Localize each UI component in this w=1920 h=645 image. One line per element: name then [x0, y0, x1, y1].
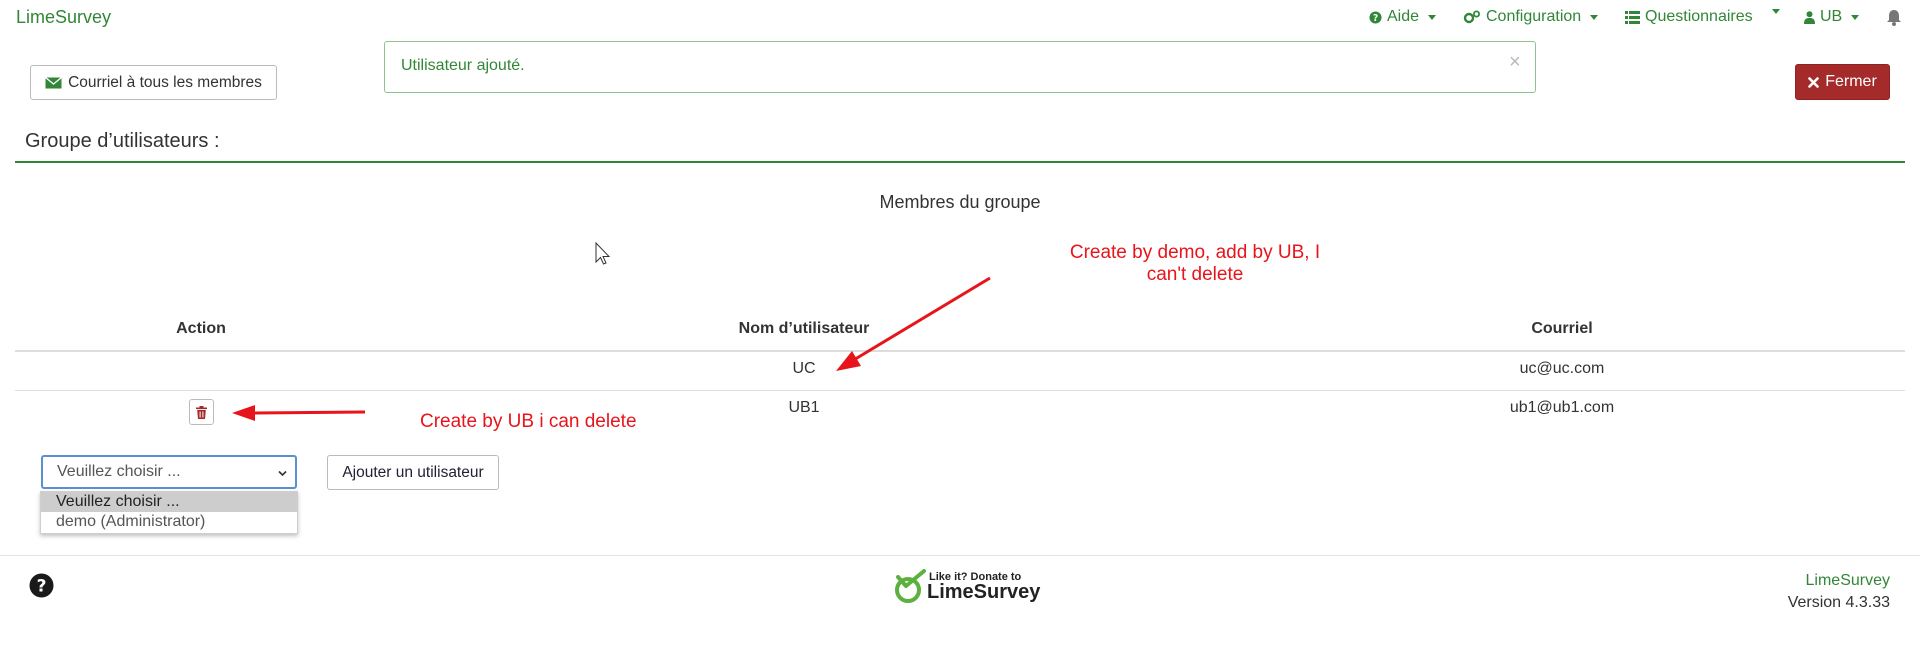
close-button-label: Fermer	[1825, 73, 1877, 90]
caret-down-icon	[1590, 14, 1599, 20]
email-all-members-button[interactable]: Courriel à tous les membres	[30, 65, 277, 100]
nav-user-label: UB	[1820, 8, 1843, 25]
limesurvey-lime-icon	[895, 569, 926, 603]
brand-logo-link[interactable]: LimeSurvey	[16, 7, 111, 28]
user-select-option[interactable]: demo (Administrator)	[41, 512, 297, 532]
alert-message: Utilisateur ajouté.	[401, 57, 525, 74]
top-navbar: LimeSurvey ? Aide Configuration Question…	[0, 0, 1920, 36]
table-row-username: UC	[792, 360, 816, 377]
user-icon	[1804, 10, 1815, 24]
caret-down-icon	[1428, 14, 1437, 20]
annotation-text-bottom: Create by UB i can delete	[420, 411, 637, 432]
user-select-dropdown: Veuillez choisir ... demo (Administrator…	[40, 491, 298, 534]
annotation-arrow-bottom	[232, 405, 366, 421]
title-divider	[15, 161, 1905, 163]
user-select[interactable]: Veuillez choisir ...	[41, 455, 297, 489]
envelope-icon	[45, 76, 62, 88]
table-row-divider	[15, 390, 1905, 391]
caret-down-icon	[1851, 14, 1860, 20]
footer-divider	[0, 555, 1920, 556]
column-header-username: Nom d’utilisateur	[738, 320, 870, 337]
user-select-option[interactable]: Veuillez choisir ...	[41, 492, 297, 512]
page-title: Groupe d’utilisateurs :	[25, 130, 220, 152]
svg-text:?: ?	[37, 577, 47, 597]
email-all-members-label: Courriel à tous les membres	[68, 73, 262, 91]
delete-member-button[interactable]	[189, 399, 214, 425]
close-button[interactable]: Fermer	[1795, 64, 1890, 100]
bell-icon[interactable]	[1886, 9, 1902, 26]
table-row-username: UB1	[788, 399, 820, 416]
footer-brand-link[interactable]: LimeSurvey	[1806, 572, 1890, 590]
caret-down-icon	[1772, 9, 1780, 14]
question-circle-icon[interactable]: ?	[29, 573, 54, 598]
donate-brand-text: LimeSurvey	[927, 581, 1041, 603]
add-user-button[interactable]: Ajouter un utilisateur	[327, 455, 499, 490]
footer-version: Version 4.3.33	[1787, 594, 1890, 611]
svg-text:?: ?	[1373, 13, 1378, 24]
nav-configuration-label: Configuration	[1486, 8, 1582, 25]
nav-configuration-menu[interactable]: Configuration	[1463, 8, 1599, 26]
column-header-email: Courriel	[1531, 320, 1593, 337]
nav-questionnaires-caret[interactable]	[1768, 9, 1780, 14]
annotation-top-line-2: can't delete	[1146, 264, 1244, 285]
close-icon	[1808, 76, 1820, 88]
user-select-value: Veuillez choisir ...	[57, 463, 181, 480]
trash-icon	[196, 405, 207, 419]
nav-help-label: Aide	[1387, 8, 1420, 25]
table-row-email: uc@uc.com	[1519, 360, 1605, 377]
gears-icon	[1463, 10, 1480, 24]
table-header-divider	[15, 350, 1905, 352]
success-alert: Utilisateur ajouté. ×	[384, 41, 1536, 93]
annotation-top-line-1: Create by demo, add by UB, I	[1069, 242, 1321, 263]
nav-questionnaires-menu[interactable]: Questionnaires	[1625, 8, 1753, 26]
chevron-down-icon	[278, 470, 287, 477]
alert-close-icon[interactable]: ×	[1509, 52, 1521, 72]
members-table-caption: Membres du groupe	[879, 192, 1041, 212]
list-icon	[1625, 10, 1640, 24]
donate-badge[interactable]: Like it? Donate to LimeSurvey	[893, 568, 1040, 606]
nav-user-menu[interactable]: UB	[1804, 8, 1860, 26]
mouse-cursor-icon	[595, 241, 611, 265]
annotation-text-top: Create by demo, add by UB, I can't delet…	[1045, 242, 1345, 286]
help-icon: ?	[1369, 10, 1382, 24]
table-row-email: ub1@ub1.com	[1509, 399, 1615, 416]
nav-help-menu[interactable]: ? Aide	[1369, 8, 1437, 26]
column-header-action: Action	[176, 320, 226, 337]
nav-questionnaires-label: Questionnaires	[1645, 8, 1753, 25]
